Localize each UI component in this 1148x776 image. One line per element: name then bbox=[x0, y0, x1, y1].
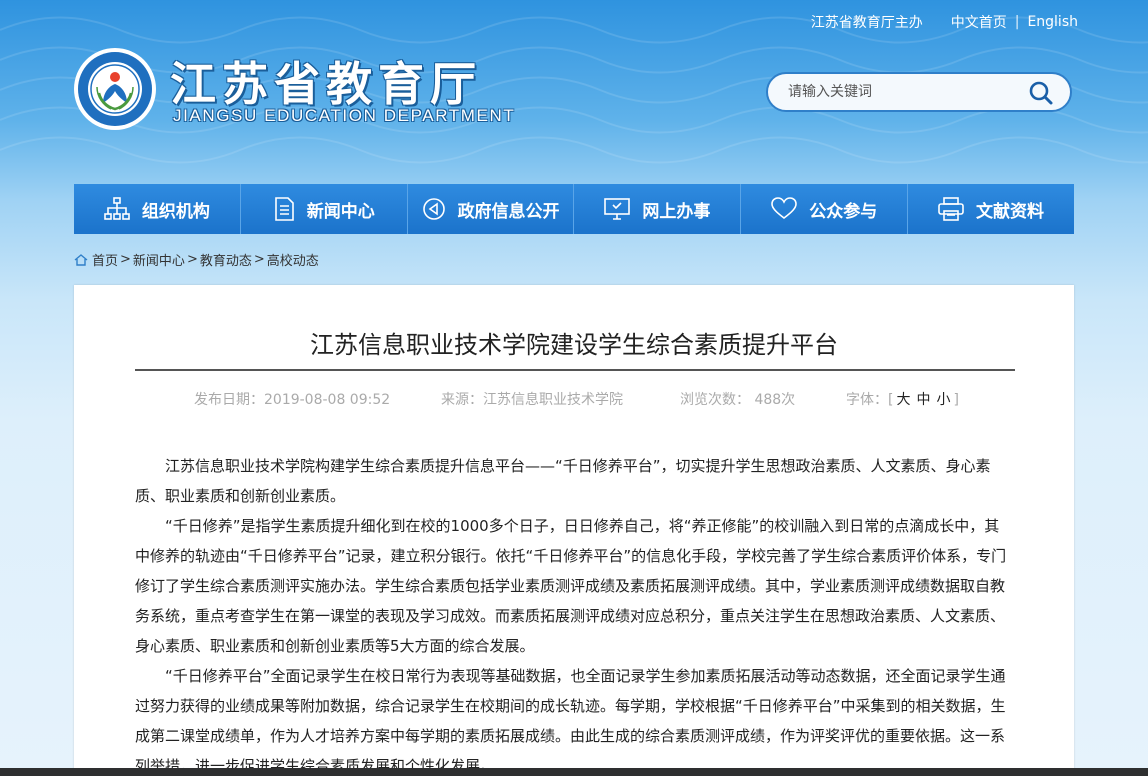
top-links: 江苏省教育厅主办 中文首页 | English bbox=[811, 12, 1078, 32]
nav-item-documents[interactable]: 文献资料 bbox=[908, 184, 1074, 234]
font-size-end: ] bbox=[953, 392, 959, 408]
font-small-button[interactable]: 小 bbox=[936, 392, 950, 408]
host-link[interactable]: 江苏省教育厅主办 bbox=[811, 12, 923, 32]
nav-label: 网上办事 bbox=[642, 201, 711, 222]
breadcrumb-sep: > bbox=[253, 252, 265, 267]
breadcrumb-sep: > bbox=[186, 252, 198, 267]
title-divider bbox=[135, 369, 1015, 371]
english-link[interactable]: English bbox=[1027, 14, 1078, 30]
article-panel: 江苏信息职业技术学院建设学生综合素质提升平台 发布日期：2019-08-08 0… bbox=[74, 285, 1074, 776]
article-source: 来源：江苏信息职业技术学院 bbox=[441, 392, 623, 408]
heart-icon bbox=[771, 197, 798, 220]
nav-label: 新闻中心 bbox=[306, 201, 375, 222]
brand-title-en: JIANGSU EDUCATION DEPARTMENT bbox=[173, 106, 516, 125]
publish-date: 发布日期：2019-08-08 09:52 bbox=[194, 392, 391, 408]
main-nav: 组织机构 新闻中心 政府信息公开 网上办事 公众参与 文献资料 bbox=[74, 184, 1074, 234]
org-chart-icon bbox=[104, 197, 130, 220]
nav-label: 公众参与 bbox=[809, 201, 878, 222]
article-paragraph: “千日修养”是指学生素质提升细化到在校的1000多个日子，日日修养自己，将“养正… bbox=[135, 517, 1007, 655]
chinese-home-link[interactable]: 中文首页 bbox=[951, 12, 1007, 32]
nav-label: 政府信息公开 bbox=[457, 201, 560, 222]
megaphone-icon bbox=[422, 198, 445, 220]
article-body: 江苏信息职业技术学院构建学生综合素质提升信息平台——“千日修养平台”，切实提升学… bbox=[135, 451, 1011, 776]
brand-title-cn: 江苏省教育厅 bbox=[170, 57, 482, 111]
printer-icon bbox=[938, 197, 964, 221]
font-medium-button[interactable]: 中 bbox=[916, 392, 930, 408]
document-icon bbox=[274, 197, 294, 221]
font-large-button[interactable]: 大 bbox=[896, 392, 910, 408]
font-size-control: 字体：[大中小] bbox=[846, 389, 959, 409]
department-logo[interactable] bbox=[73, 47, 157, 131]
search-box bbox=[766, 72, 1072, 112]
article-paragraph: “千日修养平台”全面记录学生在校日常行为表现等基础数据，也全面记录学生参加素质拓… bbox=[135, 667, 1006, 775]
lang-separator: | bbox=[1014, 14, 1020, 30]
view-count: 浏览次数： 488次 bbox=[680, 392, 796, 408]
nav-item-public[interactable]: 公众参与 bbox=[741, 184, 909, 234]
breadcrumb-news[interactable]: 新闻中心 bbox=[133, 250, 185, 269]
nav-label: 组织机构 bbox=[141, 201, 210, 222]
breadcrumb-home[interactable]: 首页 bbox=[92, 250, 118, 269]
search-input[interactable] bbox=[786, 83, 1020, 101]
article-title: 江苏信息职业技术学院建设学生综合素质提升平台 bbox=[310, 331, 838, 359]
bottom-bar bbox=[0, 768, 1148, 776]
home-icon bbox=[74, 253, 88, 266]
monitor-icon bbox=[604, 198, 631, 220]
nav-item-gov-info[interactable]: 政府信息公开 bbox=[408, 184, 575, 234]
nav-item-org[interactable]: 组织机构 bbox=[74, 184, 241, 234]
article-paragraph: 江苏信息职业技术学院构建学生综合素质提升信息平台——“千日修养平台”，切实提升学… bbox=[135, 457, 991, 505]
nav-item-news[interactable]: 新闻中心 bbox=[241, 184, 408, 234]
breadcrumb-edu-news[interactable]: 教育动态 bbox=[200, 250, 252, 269]
search-icon[interactable] bbox=[1028, 80, 1054, 106]
breadcrumb-sep: > bbox=[120, 252, 131, 267]
nav-label: 文献资料 bbox=[976, 201, 1045, 222]
font-size-label: 字体：[ bbox=[846, 392, 894, 408]
breadcrumb: 首页 > 新闻中心 > 教育动态 > 高校动态 bbox=[74, 250, 319, 269]
nav-item-online-service[interactable]: 网上办事 bbox=[574, 184, 742, 234]
breadcrumb-college-news[interactable]: 高校动态 bbox=[267, 250, 319, 269]
